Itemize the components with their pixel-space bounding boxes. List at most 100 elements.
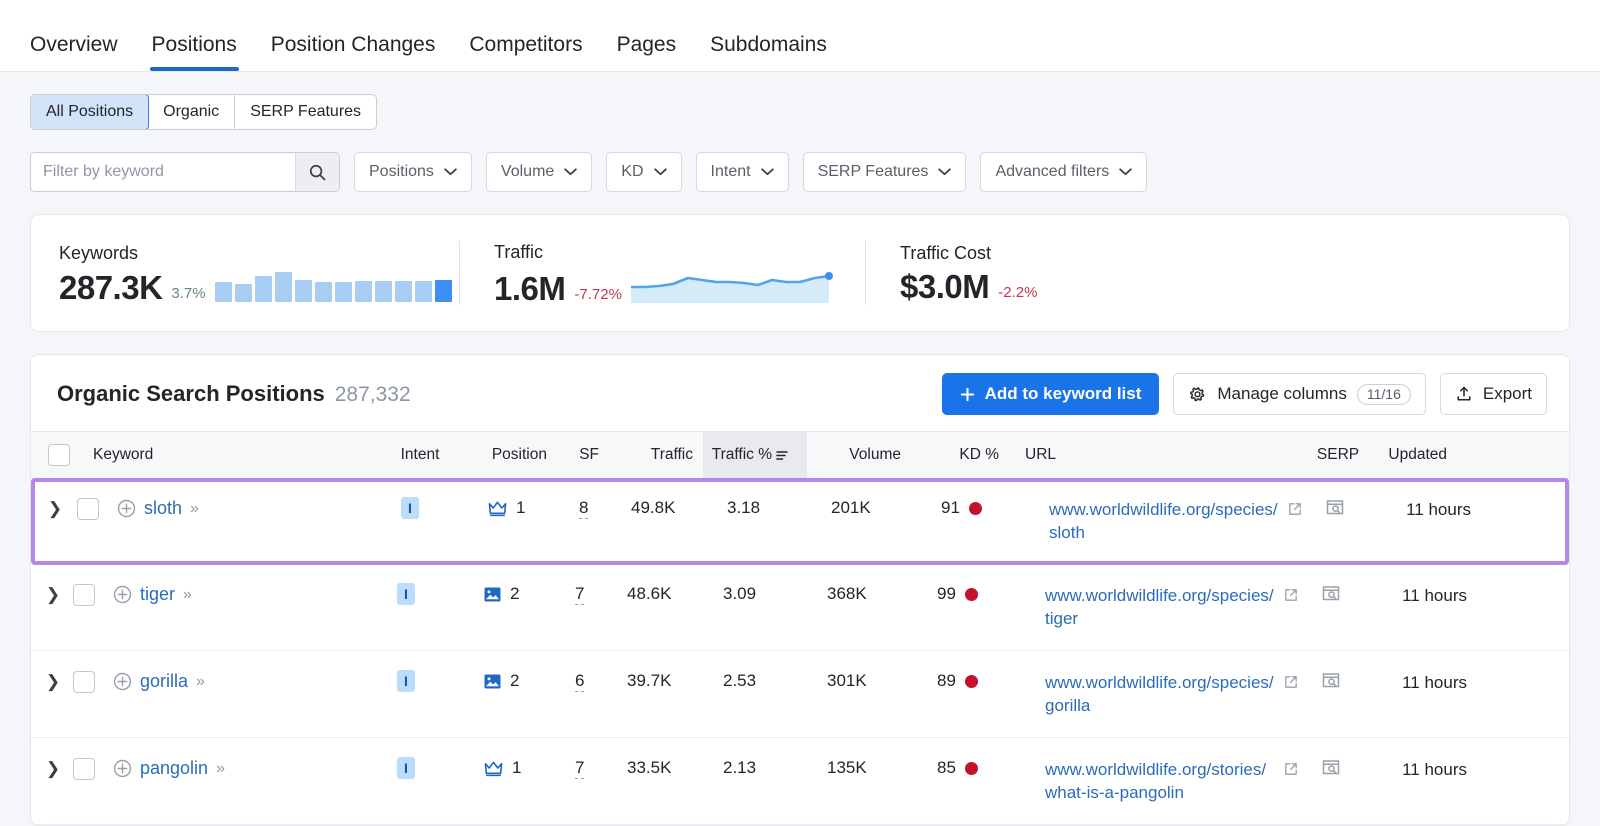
- table-row[interactable]: ❯ gorilla » I 2 6 39.7K 2.53 301K 89 www…: [31, 651, 1569, 738]
- add-to-keyword-list-button[interactable]: Add to keyword list: [941, 373, 1160, 415]
- search-button[interactable]: [295, 153, 339, 191]
- external-link-icon[interactable]: [1287, 501, 1303, 517]
- sf-value[interactable]: 7: [575, 758, 585, 779]
- keyword-link[interactable]: sloth: [144, 498, 182, 519]
- header-serp[interactable]: SERP: [1301, 446, 1375, 464]
- external-link-icon[interactable]: [1283, 674, 1299, 690]
- sf-value[interactable]: 8: [579, 498, 589, 519]
- row-updated-cell: 11 hours: [1395, 758, 1481, 781]
- sf-value[interactable]: 6: [575, 671, 585, 692]
- chevron-right-icon[interactable]: ❯: [46, 758, 60, 777]
- chevron-right-icon[interactable]: ❯: [46, 584, 60, 603]
- serp-preview-icon[interactable]: [1321, 584, 1341, 603]
- serp-preview-icon[interactable]: [1321, 671, 1341, 690]
- filter-volume[interactable]: Volume: [485, 152, 593, 192]
- row-checkbox[interactable]: [73, 758, 95, 780]
- row-select[interactable]: [61, 758, 107, 780]
- header-keyword[interactable]: Keyword: [87, 446, 377, 464]
- image-pack-icon[interactable]: [483, 585, 502, 604]
- table-toolbar: Organic Search Positions 287,332 Add to k…: [31, 355, 1569, 431]
- segment-all-positions[interactable]: All Positions: [31, 95, 150, 129]
- plus-circle-icon[interactable]: [113, 585, 132, 604]
- sf-value[interactable]: 7: [575, 584, 585, 605]
- plus-circle-icon[interactable]: [113, 759, 132, 778]
- featured-snippet-crown-icon[interactable]: [483, 759, 504, 778]
- table-row[interactable]: ❯ sloth » I 1 8 49.8K 3.18 201K 91 www.w…: [31, 478, 1569, 565]
- header-position[interactable]: Position: [463, 446, 555, 464]
- chevron-right-icon[interactable]: ❯: [46, 671, 60, 690]
- filter-advanced[interactable]: Advanced filters: [980, 152, 1148, 192]
- header-traffic[interactable]: Traffic: [607, 446, 703, 464]
- filter-kd[interactable]: KD: [606, 152, 682, 192]
- search-input[interactable]: [31, 153, 295, 191]
- url-link[interactable]: www.worldwildlife.org/stories/what-is-a-…: [1045, 758, 1277, 805]
- tab-overview[interactable]: Overview: [30, 34, 130, 71]
- plus-circle-icon[interactable]: [113, 672, 132, 691]
- double-chevron-icon[interactable]: »: [183, 586, 192, 604]
- serp-preview-icon[interactable]: [1325, 498, 1345, 517]
- header-select-all[interactable]: [31, 444, 87, 466]
- keyword-link[interactable]: gorilla: [140, 671, 188, 692]
- url-link[interactable]: www.worldwildlife.org/species/sloth: [1049, 498, 1281, 545]
- tab-positions[interactable]: Positions: [140, 34, 249, 71]
- tab-pages[interactable]: Pages: [605, 34, 689, 71]
- url-link[interactable]: www.worldwildlife.org/species/gorilla: [1045, 671, 1277, 718]
- select-all-checkbox[interactable]: [48, 444, 70, 466]
- row-expand-toggle[interactable]: ❯: [35, 498, 65, 517]
- intent-badge[interactable]: I: [397, 583, 415, 605]
- external-link-icon[interactable]: [1283, 761, 1299, 777]
- intent-badge[interactable]: I: [397, 757, 415, 779]
- double-chevron-icon[interactable]: »: [216, 760, 225, 778]
- segment-serp-features[interactable]: SERP Features: [235, 95, 377, 129]
- row-expand-toggle[interactable]: ❯: [31, 584, 61, 603]
- filter-intent[interactable]: Intent: [695, 152, 789, 192]
- sparkline-bar: [274, 271, 292, 302]
- row-serp-cell: [1321, 584, 1395, 603]
- row-expand-toggle[interactable]: ❯: [31, 758, 61, 777]
- intent-badge[interactable]: I: [397, 670, 415, 692]
- row-updated-cell: 11 hours: [1395, 584, 1481, 607]
- filter-serp-features[interactable]: SERP Features: [802, 152, 967, 192]
- header-sf[interactable]: SF: [555, 446, 607, 464]
- row-checkbox[interactable]: [73, 671, 95, 693]
- header-intent[interactable]: Intent: [377, 446, 463, 464]
- featured-snippet-crown-icon[interactable]: [487, 499, 508, 518]
- header-volume[interactable]: Volume: [807, 446, 917, 464]
- tab-competitors[interactable]: Competitors: [457, 34, 594, 71]
- table-row[interactable]: ❯ tiger » I 2 7 48.6K 3.09 368K 99 www.w…: [31, 564, 1569, 651]
- keyword-link[interactable]: tiger: [140, 584, 175, 605]
- header-updated[interactable]: Updated: [1375, 446, 1461, 464]
- manage-columns-button[interactable]: Manage columns 11/16: [1173, 373, 1426, 415]
- serp-preview-icon[interactable]: [1321, 758, 1341, 777]
- row-expand-toggle[interactable]: ❯: [31, 671, 61, 690]
- double-chevron-icon[interactable]: »: [190, 500, 199, 518]
- row-select[interactable]: [61, 671, 107, 693]
- keyword-link[interactable]: pangolin: [140, 758, 208, 779]
- row-checkbox[interactable]: [73, 584, 95, 606]
- filter-positions[interactable]: Positions: [354, 152, 472, 192]
- header-kd[interactable]: KD %: [917, 446, 1013, 464]
- kd-difficulty-dot: [968, 501, 982, 515]
- intent-badge[interactable]: I: [401, 497, 419, 519]
- external-link-icon[interactable]: [1283, 587, 1299, 603]
- chevron-down-icon: [444, 168, 457, 176]
- row-select[interactable]: [65, 498, 111, 520]
- table-row-count: 287,332: [334, 383, 411, 406]
- plus-circle-icon[interactable]: [117, 499, 136, 518]
- chevron-right-icon[interactable]: ❯: [48, 498, 62, 517]
- double-chevron-icon[interactable]: »: [196, 673, 205, 691]
- row-checkbox[interactable]: [77, 498, 99, 520]
- header-traffic-percent[interactable]: Traffic %: [703, 431, 807, 479]
- sparkline-bar: [254, 275, 272, 302]
- export-button[interactable]: Export: [1439, 373, 1547, 415]
- segment-organic[interactable]: Organic: [148, 95, 236, 129]
- row-select[interactable]: [61, 584, 107, 606]
- table-row[interactable]: ❯ pangolin » I 1 7 33.5K 2.13 135K 85 ww…: [31, 738, 1569, 825]
- header-url[interactable]: URL: [1013, 446, 1301, 464]
- tab-position-changes[interactable]: Position Changes: [259, 34, 448, 71]
- sparkline-bar: [414, 280, 432, 302]
- image-pack-icon[interactable]: [483, 672, 502, 691]
- header-traffic-label: Traffic: [650, 446, 693, 463]
- url-link[interactable]: www.worldwildlife.org/species/tiger: [1045, 584, 1277, 631]
- tab-subdomains[interactable]: Subdomains: [698, 34, 839, 71]
